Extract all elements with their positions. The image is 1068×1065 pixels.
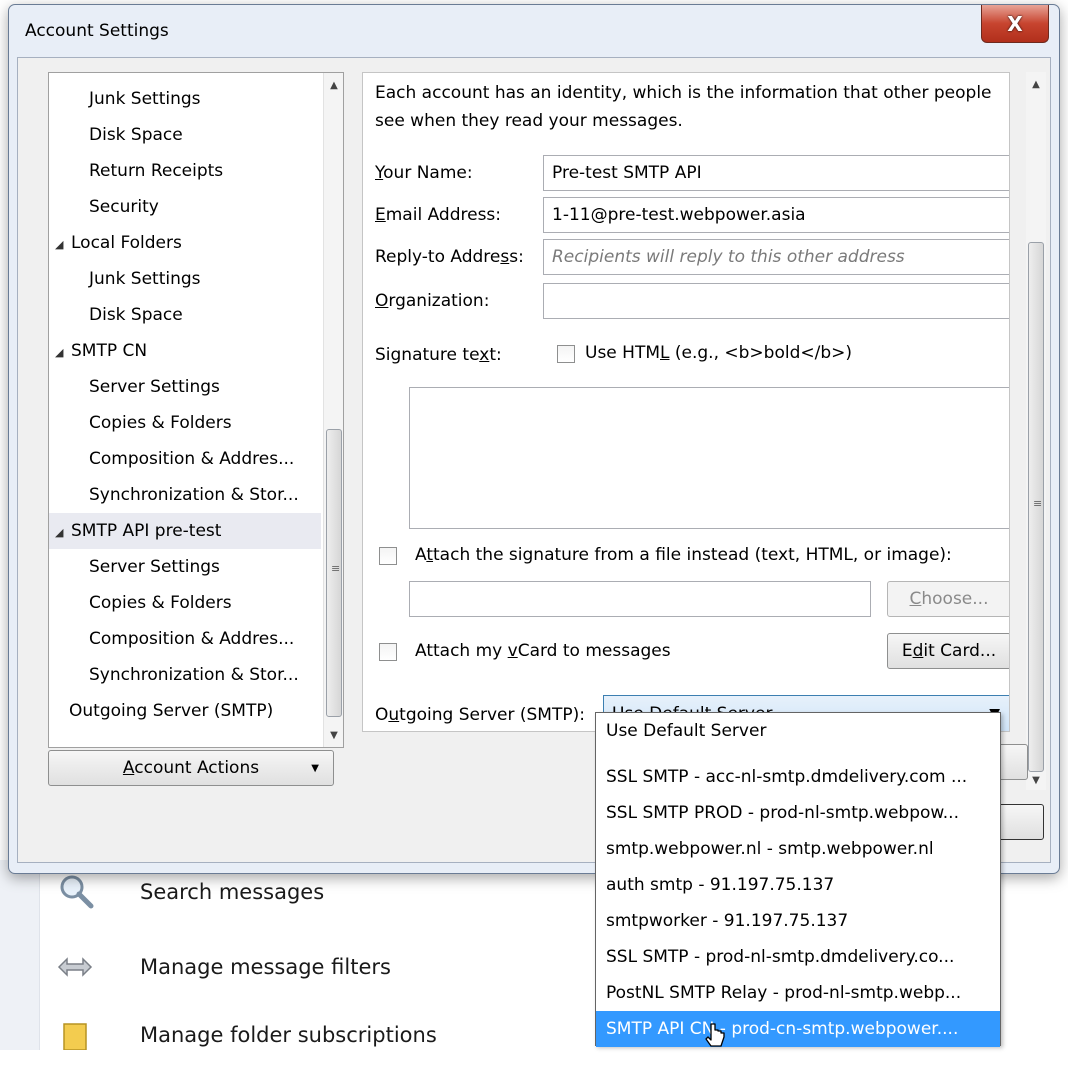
signature-label: Signature text: <box>375 345 502 365</box>
grip-icon: ≡ <box>331 562 341 575</box>
tree-item-synchronization-2[interactable]: Synchronization & Stor... <box>49 657 321 693</box>
expanded-triangle-icon[interactable]: ◢ <box>55 227 67 261</box>
tree-item-composition-2[interactable]: Composition & Addres... <box>49 621 321 657</box>
tree-scrollbar[interactable]: ▲ ≡ ▼ <box>323 73 343 747</box>
account-tree: Junk Settings Disk Space Return Receipts… <box>48 72 344 748</box>
outgoing-server-dropdown: Use Default Server SSL SMTP - acc-nl-smt… <box>595 712 1001 1047</box>
option-ssl-smtp-dmdelivery[interactable]: SSL SMTP - prod-nl-smtp.dmdelivery.co... <box>596 939 1000 975</box>
choose-button[interactable]: Choose... <box>887 581 1009 617</box>
reply-to-label: Reply-to Address: <box>375 247 524 267</box>
attach-vcard-label: Attach my vCard to messages <box>415 641 671 661</box>
scroll-up-arrow-icon[interactable]: ▲ <box>1026 74 1046 94</box>
dropdown-arrow-icon: ▼ <box>311 762 319 774</box>
option-use-default-server[interactable]: Use Default Server <box>596 713 1000 749</box>
tree-item-synchronization-1[interactable]: Synchronization & Stor... <box>49 477 321 513</box>
tree-item-local-folders[interactable]: ◢ Local Folders <box>49 225 321 261</box>
close-button[interactable]: X <box>981 5 1049 43</box>
scroll-thumb[interactable]: ≡ <box>326 429 342 717</box>
reply-to-input[interactable]: Recipients will reply to this other addr… <box>543 239 1009 275</box>
scroll-down-arrow-icon[interactable]: ▼ <box>1026 770 1046 790</box>
email-input[interactable]: 1-11@pre-test.webpower.asia <box>543 197 1009 233</box>
magnifier-icon <box>50 872 100 912</box>
close-icon: X <box>1007 11 1023 36</box>
organization-label: Organization: <box>375 291 490 311</box>
identity-intro: Each account has an identity, which is t… <box>375 83 992 131</box>
tree-item-copies-folders-1[interactable]: Copies & Folders <box>49 405 321 441</box>
identity-panel: Each account has an identity, which is t… <box>362 72 1010 732</box>
manage-subscriptions-label: Manage folder subscriptions <box>140 1023 437 1047</box>
tree-item-server-settings-1[interactable]: Server Settings <box>49 369 321 405</box>
signature-textarea[interactable] <box>409 387 1009 529</box>
folder-icon <box>50 1015 100 1055</box>
tree-item-outgoing-server[interactable]: Outgoing Server (SMTP) <box>49 693 321 729</box>
tree-item-junk-settings-1[interactable]: Junk Settings <box>49 81 321 117</box>
search-messages-label: Search messages <box>140 880 325 904</box>
tree-item-smtp-cn[interactable]: ◢ SMTP CN <box>49 333 321 369</box>
organization-input[interactable] <box>543 283 1009 319</box>
option-smtp-webpower[interactable]: smtp.webpower.nl - smtp.webpower.nl <box>596 831 1000 867</box>
panel-scrollbar[interactable]: ▲ ≡ ▼ <box>1026 72 1046 790</box>
manage-filters-row[interactable]: Manage message filters <box>50 937 391 997</box>
dialog-titlebar[interactable]: Account Settings X <box>9 5 1059 57</box>
expanded-triangle-icon[interactable]: ◢ <box>55 515 67 549</box>
attach-signature-checkbox[interactable] <box>379 547 397 565</box>
option-auth-smtp[interactable]: auth smtp - 91.197.75.137 <box>596 867 1000 903</box>
grip-icon: ≡ <box>1033 497 1043 510</box>
outgoing-server-label: Outgoing Server (SMTP): <box>375 705 585 725</box>
use-html-label: Use HTML (e.g., <b>bold</b>) <box>585 343 853 363</box>
filters-icon <box>50 947 100 987</box>
option-ssl-smtp-acc[interactable]: SSL SMTP - acc-nl-smtp.dmdelivery.com ..… <box>596 759 1000 795</box>
tree-item-return-receipts[interactable]: Return Receipts <box>49 153 321 189</box>
dialog-title: Account Settings <box>25 21 169 41</box>
mouse-cursor-icon <box>705 1023 725 1047</box>
scroll-down-arrow-icon[interactable]: ▼ <box>324 725 343 745</box>
signature-file-input[interactable] <box>409 581 871 617</box>
attach-vcard-checkbox[interactable] <box>379 643 397 661</box>
tree-item-copies-folders-2[interactable]: Copies & Folders <box>49 585 321 621</box>
tree-item-security[interactable]: Security <box>49 189 321 225</box>
account-actions-button[interactable]: Account Actions ▼ <box>48 750 334 786</box>
attach-signature-label: Attach the signature from a file instead… <box>415 545 952 565</box>
folder-pane-strip <box>0 860 40 1050</box>
scroll-up-arrow-icon[interactable]: ▲ <box>324 75 343 95</box>
tree-item-smtp-api-pre-test[interactable]: ◢ SMTP API pre-test <box>49 513 321 549</box>
option-smtpworker[interactable]: smtpworker - 91.197.75.137 <box>596 903 1000 939</box>
expanded-triangle-icon[interactable]: ◢ <box>55 335 67 369</box>
tree-item-disk-space-1[interactable]: Disk Space <box>49 117 321 153</box>
edit-card-button[interactable]: Ed it Card... <box>887 633 1009 669</box>
panel-scroll-thumb[interactable]: ≡ <box>1028 242 1044 772</box>
option-postnl-relay[interactable]: PostNL SMTP Relay - prod-nl-smtp.webp... <box>596 975 1000 1011</box>
manage-subscriptions-row[interactable]: Manage folder subscriptions <box>50 1005 437 1065</box>
your-name-input[interactable]: Pre-test SMTP API <box>543 155 1009 191</box>
email-label: Email Address: <box>375 205 502 225</box>
use-html-checkbox[interactable] <box>557 345 575 363</box>
tree-item-server-settings-2[interactable]: Server Settings <box>49 549 321 585</box>
tree-item-composition-1[interactable]: Composition & Addres... <box>49 441 321 477</box>
manage-filters-label: Manage message filters <box>140 955 391 979</box>
tree-item-disk-space-2[interactable]: Disk Space <box>49 297 321 333</box>
option-ssl-smtp-prod[interactable]: SSL SMTP PROD - prod-nl-smtp.webpow... <box>596 795 1000 831</box>
tree-item-junk-settings-2[interactable]: Junk Settings <box>49 261 321 297</box>
your-name-label: Your Name: <box>375 163 473 183</box>
option-smtp-api-cn[interactable]: SMTP API CN - prod-cn-smtp.webpower.... <box>596 1011 1000 1047</box>
